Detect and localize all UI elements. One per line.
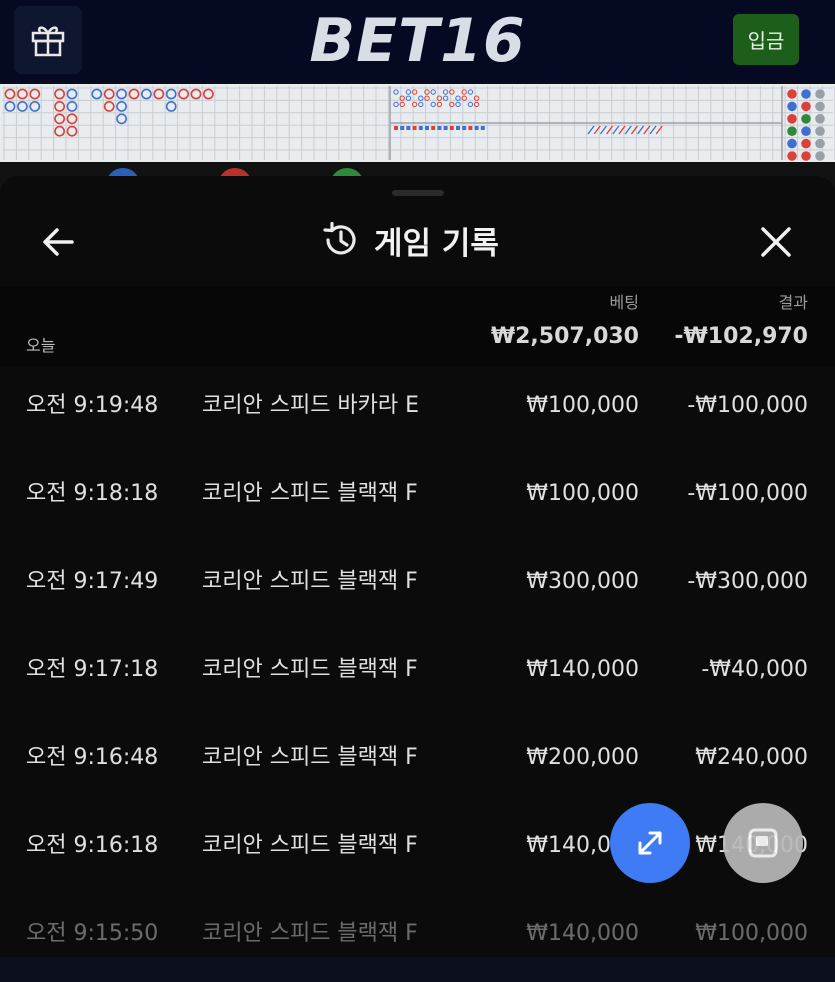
top-bar: BET16 입금 [0,0,835,82]
row-bet: ₩300,000 [526,569,639,594]
row-bet: ₩100,000 [526,393,639,418]
sheet-header: 게임 기록 [0,206,835,276]
row-game: 코리안 스피드 블랙잭 F [202,833,418,858]
picture-in-picture-icon [748,828,778,858]
history-row[interactable]: 오전 9:16:48 코리안 스피드 블랙잭 F ₩200,000 ₩240,0… [0,718,835,806]
brand-logo: BET16 [309,6,526,76]
row-result: ₩100,000 [695,921,808,946]
row-result: -₩300,000 [687,569,808,594]
history-row[interactable]: 오전 9:16:18 코리안 스피드 블랙잭 F ₩140,000 ₩140,0… [0,806,835,894]
expand-button[interactable] [610,803,690,883]
column-header-bet: 베팅 [609,293,639,312]
row-time: 오전 9:15:50 [26,921,159,946]
today-label: 오늘 [26,336,56,355]
today-total-bet: ₩2,507,030 [490,324,639,349]
row-time: 오전 9:16:48 [26,745,159,770]
row-game: 코리안 스피드 바카라 E [202,393,420,418]
row-time: 오전 9:16:18 [26,833,159,858]
history-row[interactable]: 오전 9:17:18 코리안 스피드 블랙잭 F ₩140,000 -₩40,0… [0,630,835,718]
row-result: -₩40,000 [701,657,808,682]
row-result: -₩100,000 [687,481,808,506]
row-time: 오전 9:18:18 [26,481,159,506]
title-group: 게임 기록 [320,218,499,262]
history-list: 오전 9:19:48 코리안 스피드 바카라 E ₩100,000 -₩100,… [0,366,835,982]
close-button[interactable] [754,220,798,264]
row-game: 코리안 스피드 블랙잭 F [202,657,418,682]
history-row[interactable]: 오전 9:15:50 코리안 스피드 블랙잭 F ₩140,000 ₩100,0… [0,894,835,982]
row-game: 코리안 스피드 블랙잭 F [202,569,418,594]
row-result: -₩100,000 [687,393,808,418]
row-result: ₩240,000 [695,745,808,770]
sheet-drag-handle[interactable] [392,190,444,196]
expand-icon [638,831,662,855]
row-time: 오전 9:17:18 [26,657,159,682]
history-row[interactable]: 오전 9:19:48 코리안 스피드 바카라 E ₩100,000 -₩100,… [0,366,835,454]
back-button[interactable] [36,220,80,264]
row-bet: ₩140,000 [526,921,639,946]
deposit-button[interactable]: 입금 [733,14,799,65]
roadmap-grid [2,86,835,161]
row-bet: ₩140,000 [526,657,639,682]
page-title: 게임 기록 [374,225,499,262]
arrow-left-icon [43,228,74,256]
history-icon [323,221,356,255]
picture-in-picture-button[interactable] [723,803,803,883]
row-game: 코리안 스피드 블랙잭 F [202,745,418,770]
row-time: 오전 9:17:49 [26,569,159,594]
row-game: 코리안 스피드 블랙잭 F [202,921,418,946]
close-icon [761,227,791,257]
row-time: 오전 9:19:48 [26,393,159,418]
baccarat-roadmap [0,84,835,162]
history-row[interactable]: 오전 9:17:49 코리안 스피드 블랙잭 F ₩300,000 -₩300,… [0,542,835,630]
row-game: 코리안 스피드 블랙잭 F [202,481,418,506]
game-history-sheet: 게임 기록 베팅 결과 오늘 ₩2,507,030 -₩102,970 오전 9… [0,176,835,957]
history-row[interactable]: 오전 9:18:18 코리안 스피드 블랙잭 F ₩100,000 -₩100,… [0,454,835,542]
today-total-result: -₩102,970 [674,324,808,349]
row-bet: ₩100,000 [526,481,639,506]
row-bet: ₩200,000 [526,745,639,770]
column-header-result: 결과 [778,293,808,312]
